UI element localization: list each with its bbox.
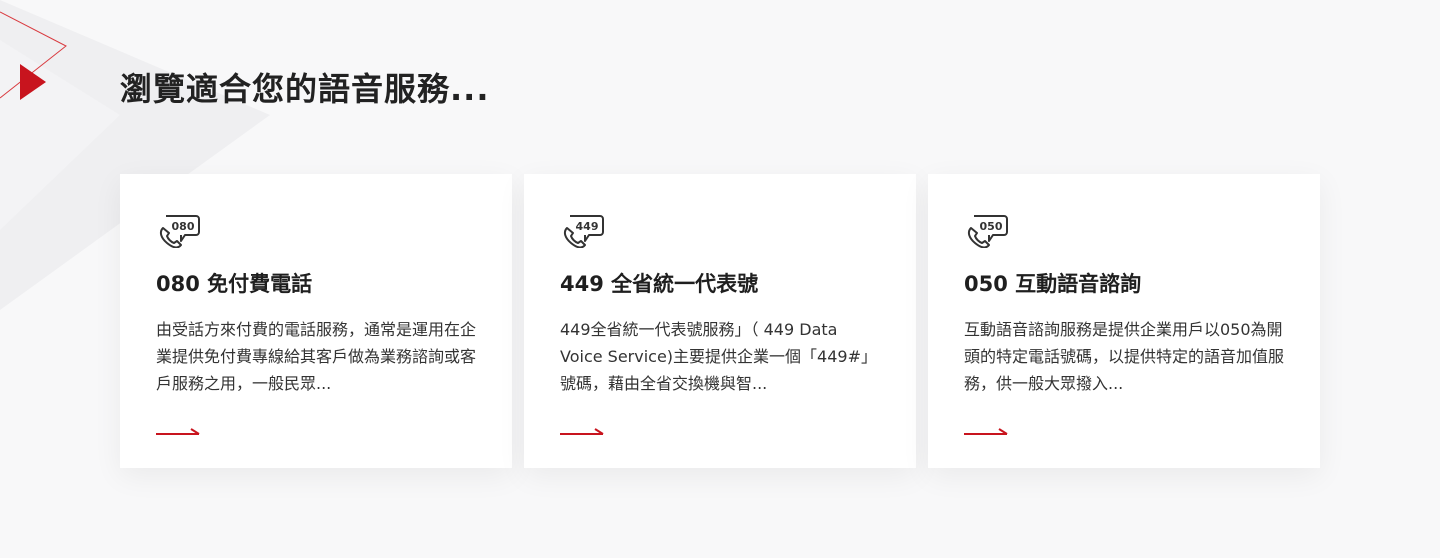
phone-050-icon: 050 bbox=[967, 215, 1008, 248]
card-description: 449全省統一代表號服務」（ 449 Data Voice Service)主要… bbox=[560, 320, 877, 393]
service-cards: 080 080 免付費電話 由受話方來付費的電話服務，通常是運用在企業提供免付費… bbox=[120, 174, 1320, 468]
service-card-080[interactable]: 080 080 免付費電話 由受話方來付費的電話服務，通常是運用在企業提供免付費… bbox=[120, 174, 512, 468]
card-title: 050 互動語音諮詢 bbox=[964, 272, 1142, 296]
icon-number: 050 bbox=[980, 220, 1003, 233]
arrow-right-icon[interactable] bbox=[560, 426, 604, 436]
phone-449-icon: 449 bbox=[563, 215, 604, 248]
card-title: 449 全省統一代表號 bbox=[560, 272, 759, 296]
icon-number: 449 bbox=[576, 220, 599, 233]
icon-number: 080 bbox=[172, 220, 195, 233]
card-title: 080 免付費電話 bbox=[156, 272, 313, 296]
section-title: 瀏覽適合您的語音服務... bbox=[120, 70, 490, 108]
card-description: 由受話方來付費的電話服務，通常是運用在企業提供免付費專線給其客戶做為業務諮詢或客… bbox=[156, 320, 476, 393]
arrow-right-icon[interactable] bbox=[156, 426, 200, 436]
service-card-050[interactable]: 050 050 互動語音諮詢 互動語音諮詢服務是提供企業用戶以050為開頭的特定… bbox=[928, 174, 1320, 468]
service-card-449[interactable]: 449 449 全省統一代表號 449全省統一代表號服務」（ 449 Data … bbox=[524, 174, 916, 468]
card-description: 互動語音諮詢服務是提供企業用戶以050為開頭的特定電話號碼，以提供特定的語音加值… bbox=[964, 320, 1284, 393]
arrow-right-icon[interactable] bbox=[964, 426, 1008, 436]
phone-080-icon: 080 bbox=[159, 215, 200, 248]
